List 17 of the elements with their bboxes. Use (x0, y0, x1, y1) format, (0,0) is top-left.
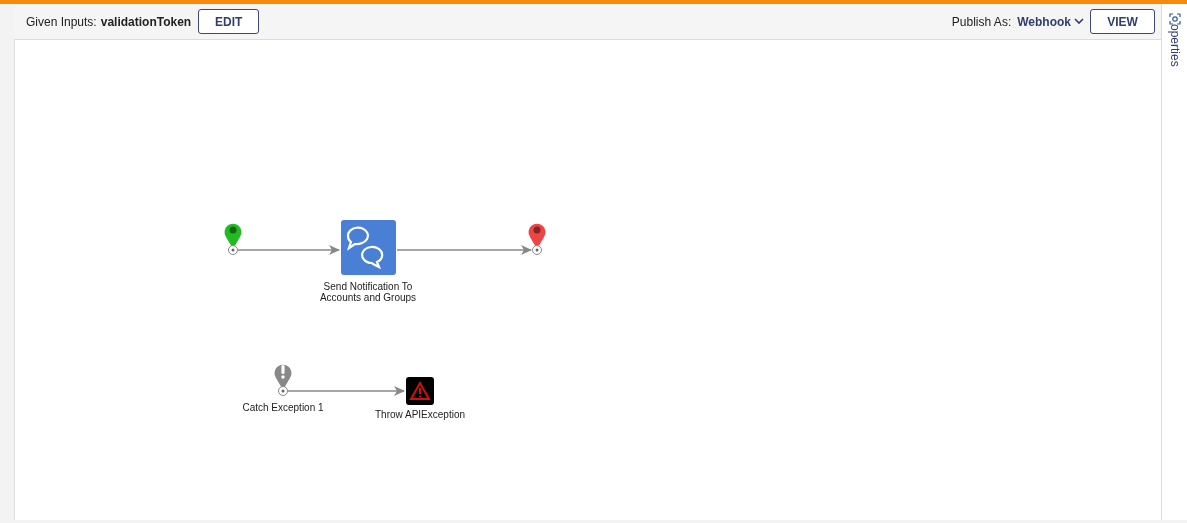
node-label: Send Notification To Accounts and Groups (319, 281, 417, 303)
node-label: Catch Exception 1 (242, 402, 324, 413)
properties-tab[interactable]: operties (1167, 24, 1182, 67)
exception-marker-icon[interactable] (274, 364, 292, 396)
map-pin-icon[interactable] (224, 223, 242, 255)
publish-dropdown[interactable]: Webhook (1017, 14, 1071, 29)
map-pin-icon[interactable] (528, 223, 546, 255)
chevron-down-icon[interactable] (1074, 18, 1084, 25)
properties-icon[interactable] (1167, 12, 1182, 26)
chat-bubbles-icon[interactable] (341, 220, 396, 275)
publish-label: Publish As: (951, 14, 1012, 29)
node-label: Throw APIException (375, 409, 465, 420)
warning-icon[interactable] (406, 377, 434, 405)
view-button[interactable]: VIEW (1090, 9, 1155, 34)
edit-button[interactable]: EDIT (198, 9, 260, 34)
inputs-label: Given Inputs: (26, 14, 97, 29)
inputs-value: validationToken (100, 14, 192, 29)
